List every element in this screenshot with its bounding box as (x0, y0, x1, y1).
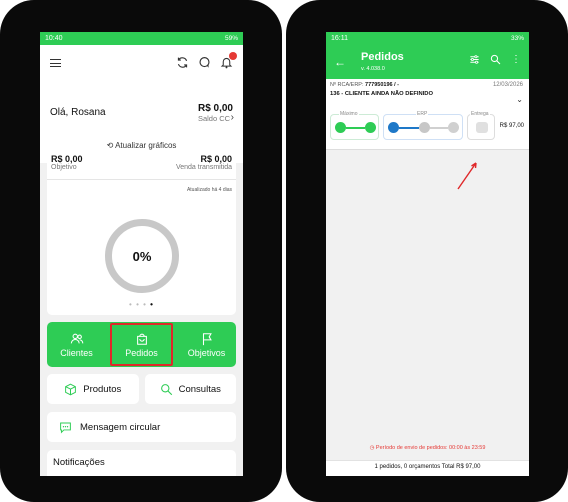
stage-line (346, 127, 365, 129)
erp-icon (388, 122, 399, 133)
main-nav: Clientes Pedidos Objetivos (47, 322, 236, 367)
search-icon (160, 383, 172, 395)
updated-label: Atualizado há 4 dias (186, 187, 232, 193)
saldo-label: Saldo CC (197, 114, 231, 123)
produtos-button[interactable]: Produtos (47, 374, 139, 404)
phone-icon (335, 122, 346, 133)
status-time: 16:11 (331, 35, 348, 42)
progress-percent: 0% (132, 248, 152, 264)
stage-maximo: Máximo (330, 111, 379, 140)
status-bar: 10:40 59% (40, 32, 243, 45)
pending-icon (419, 122, 430, 133)
app-version: v. 4.038.0 (361, 66, 385, 72)
truck-icon (476, 122, 488, 133)
rca-label: Nº RCA/ERP: (330, 82, 364, 88)
menu-icon[interactable] (50, 59, 61, 67)
box-icon (65, 383, 77, 395)
nav-objetivos[interactable]: Objetivos (177, 322, 236, 367)
progress-donut: 0% (105, 219, 179, 293)
back-arrow-icon[interactable]: ← (334, 55, 346, 69)
stage-erp: ERP (383, 111, 463, 140)
home-screen: 10:40 59% Olá, Rosana R$ 0,00 Saldo CC ›… (40, 32, 243, 476)
battery-level: 33% (510, 35, 524, 42)
stage-line (399, 127, 419, 129)
notification-badge (229, 52, 237, 60)
order-value: R$ 97,00 (499, 123, 524, 129)
more-vert-icon[interactable]: ⋮ (511, 54, 521, 68)
refresh-label: Atualizar gráficos (115, 141, 177, 150)
notifications-label: Notificações (53, 457, 105, 468)
message-label: Mensagem circular (80, 421, 161, 433)
rca-value: 777950196 / - (365, 82, 399, 88)
cloud-icon (365, 122, 376, 133)
sync-icon[interactable] (175, 55, 189, 69)
nav-objetivos-label: Objetivos (187, 347, 226, 358)
periodo-label: Período de envio de pedidos: 00:00 às 23… (375, 445, 486, 451)
right-phone: 16:11 33% ← Pedidos v. 4.038.0 ⋮ Nº RCA/… (286, 0, 568, 502)
page-title: Pedidos (361, 51, 404, 63)
periodo-envio: ◷ Período de envio de pedidos: 00:00 às … (326, 445, 529, 451)
carousel-dots[interactable]: • • • • (47, 300, 236, 309)
chevron-down-icon[interactable]: ⌄ (516, 95, 523, 104)
order-card[interactable]: Nº RCA/ERP: 777950196 / - 12/03/2026 136… (326, 79, 529, 150)
objetivo-label: Objetivo (51, 164, 77, 171)
greeting: Olá, Rosana (50, 107, 106, 118)
divider (47, 179, 236, 180)
flag-icon (202, 332, 212, 345)
venda-label: Venda transmitida (175, 164, 232, 171)
stage-erp-label: ERP (416, 111, 429, 117)
chevron-right-icon: › (230, 112, 234, 123)
left-phone: 10:40 59% Olá, Rosana R$ 0,00 Saldo CC ›… (0, 0, 282, 502)
bag-icon (136, 333, 147, 345)
stage-entrega: Entrega (467, 111, 495, 140)
bell-icon[interactable] (219, 52, 237, 69)
nav-clientes-label: Clientes (60, 347, 93, 358)
rca-erp: Nº RCA/ERP: 777950196 / - (330, 82, 399, 88)
order-client: 136 - CLIENTE AINDA NÃO DEFINIDO (330, 91, 433, 97)
chat-icon[interactable] (197, 55, 211, 69)
mensagem-circular-button[interactable]: Mensagem circular (47, 412, 236, 442)
consultas-label: Consultas (178, 383, 221, 395)
produtos-label: Produtos (83, 383, 122, 395)
orders-summary: 1 pedidos, 0 orçamentos Total R$ 97,00 (326, 460, 529, 476)
saldo-cc[interactable]: R$ 0,00 Saldo CC › (197, 103, 234, 123)
stage-entrega-label: Entrega (470, 111, 490, 117)
saldo-value: R$ 0,00 (197, 103, 233, 114)
orders-screen: 16:11 33% ← Pedidos v. 4.038.0 ⋮ Nº RCA/… (326, 32, 529, 476)
objetivo-value: R$ 0,00 (51, 154, 83, 164)
status-time: 10:40 (45, 35, 63, 42)
orders-header: ← Pedidos v. 4.038.0 ⋮ (326, 45, 529, 79)
consultas-button[interactable]: Consultas (144, 374, 236, 404)
order-date: 12/03/2026 (492, 82, 523, 88)
users-icon (70, 333, 83, 343)
search-icon[interactable] (490, 54, 501, 68)
annotation-arrow-icon (457, 162, 477, 190)
refresh-charts-button[interactable]: ⟲ Atualizar gráficos (40, 141, 243, 150)
goal-card: R$ 0,00 Objetivo R$ 0,00 Venda transmiti… (47, 150, 236, 315)
clock-icon: ◷ (369, 445, 375, 451)
stage-maximo-label: Máximo (339, 111, 359, 117)
message-icon (60, 422, 71, 434)
venda-value: R$ 0,00 (200, 154, 232, 164)
status-bar: 16:11 33% (326, 32, 529, 45)
filter-icon[interactable] (469, 54, 480, 68)
invoice-icon (448, 122, 459, 133)
nav-clientes[interactable]: Clientes (47, 322, 106, 367)
battery-level: 59% (224, 35, 238, 42)
nav-pedidos-label: Pedidos (125, 347, 158, 358)
notifications-section[interactable]: Notificações (47, 450, 236, 476)
refresh-icon: ⟲ (106, 141, 114, 150)
stage-line (430, 127, 448, 129)
home-header: Olá, Rosana R$ 0,00 Saldo CC › ⟲ Atualiz… (40, 45, 243, 163)
nav-pedidos[interactable]: Pedidos (110, 323, 173, 366)
